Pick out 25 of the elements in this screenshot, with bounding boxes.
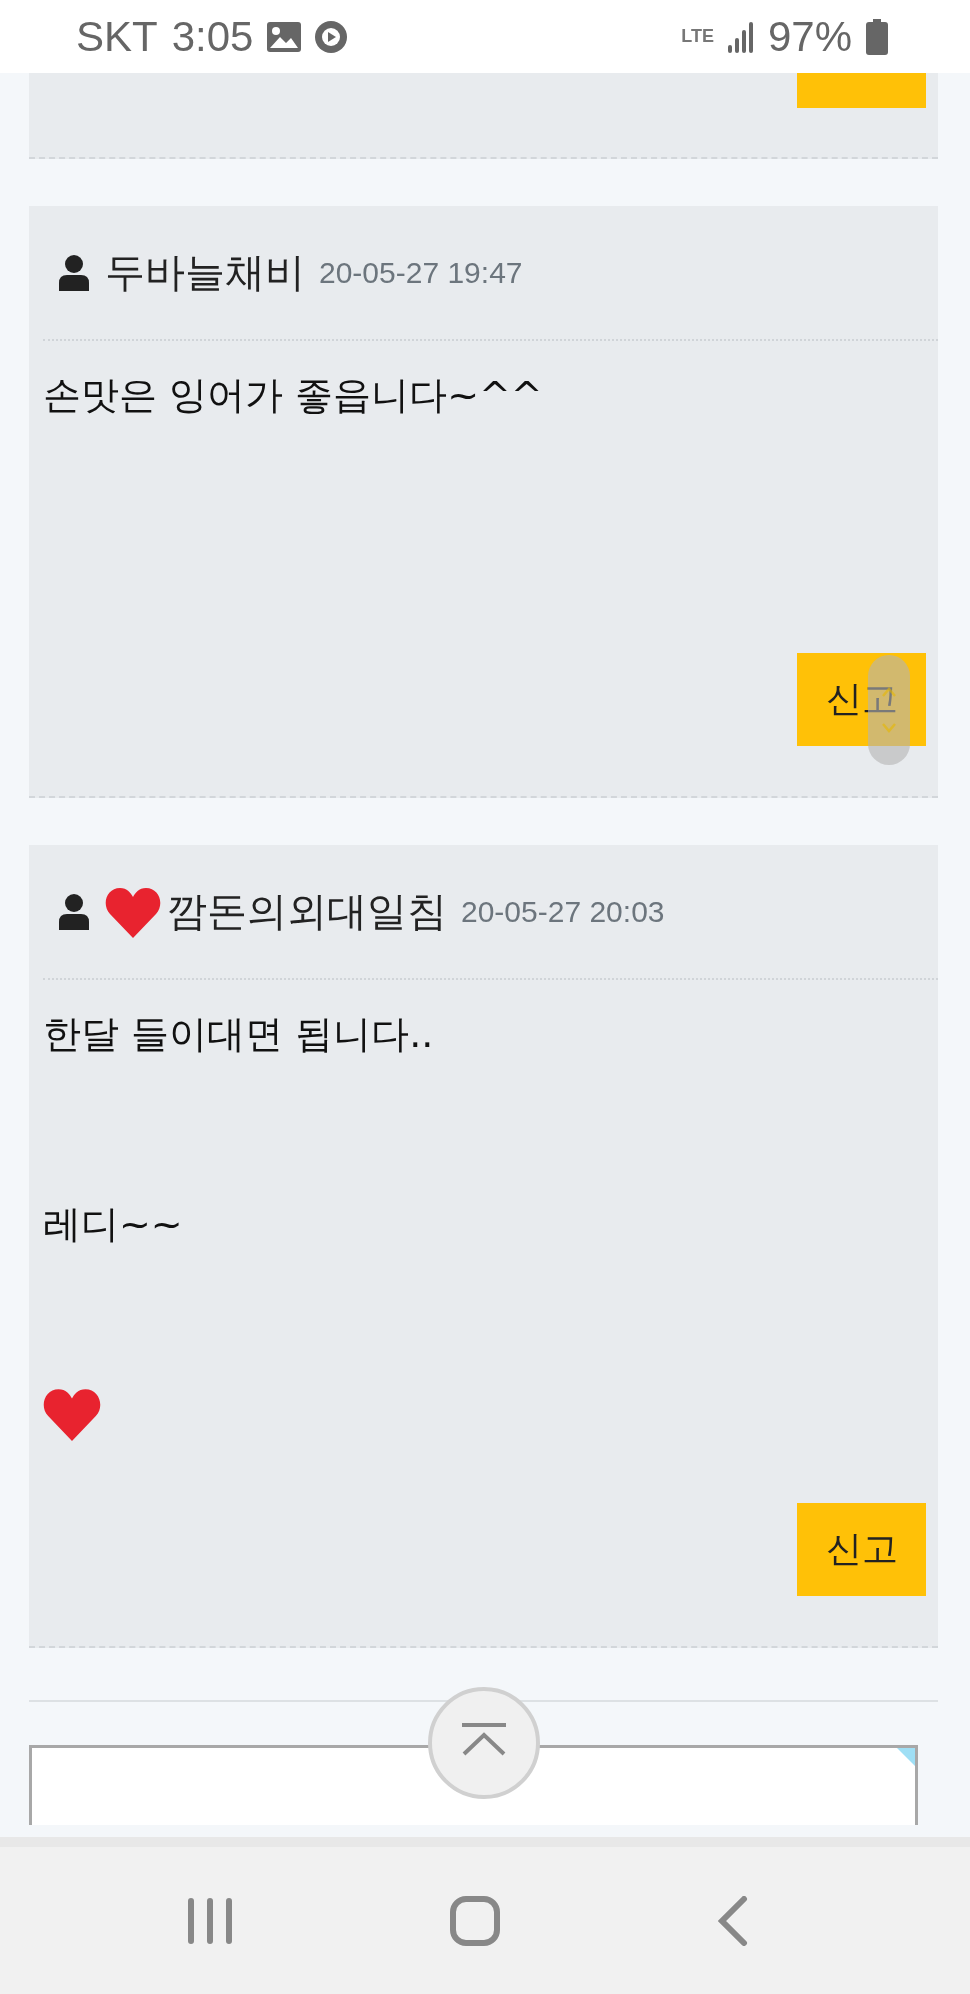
user-icon bbox=[59, 254, 89, 291]
back-icon[interactable] bbox=[718, 1895, 748, 1946]
comment-date: 20-05-27 19:47 bbox=[319, 255, 523, 290]
image-icon bbox=[267, 21, 302, 52]
comment-date: 20-05-27 20:03 bbox=[461, 894, 665, 929]
signal-icon bbox=[727, 20, 754, 53]
heart-icon bbox=[43, 1387, 101, 1441]
comment-text: 레디~~ bbox=[43, 1201, 184, 1248]
comment-input-field[interactable] bbox=[29, 1745, 918, 1825]
recent-apps-icon[interactable] bbox=[188, 1897, 232, 1944]
network-type: LTE bbox=[681, 26, 714, 47]
comment-text: 한달 들이대면 됩니다.. bbox=[43, 1011, 435, 1058]
author-name: 두바늘채비 bbox=[105, 248, 305, 297]
up-arrow-icon bbox=[461, 1723, 507, 1757]
comment-text: 손맛은 잉어가 좋읍니다~^^ bbox=[43, 372, 544, 419]
battery-icon bbox=[866, 18, 888, 55]
play-icon bbox=[315, 20, 348, 53]
author-name: 깜돈의외대일침 bbox=[167, 887, 447, 936]
report-button[interactable]: 신고 bbox=[797, 653, 926, 746]
carrier: SKT bbox=[76, 12, 158, 61]
clock: 3:05 bbox=[171, 12, 254, 61]
home-icon[interactable] bbox=[450, 1895, 500, 1946]
user-icon bbox=[59, 893, 89, 930]
battery-percent: 97% bbox=[767, 12, 852, 61]
report-button[interactable]: 신고 bbox=[797, 1503, 926, 1596]
